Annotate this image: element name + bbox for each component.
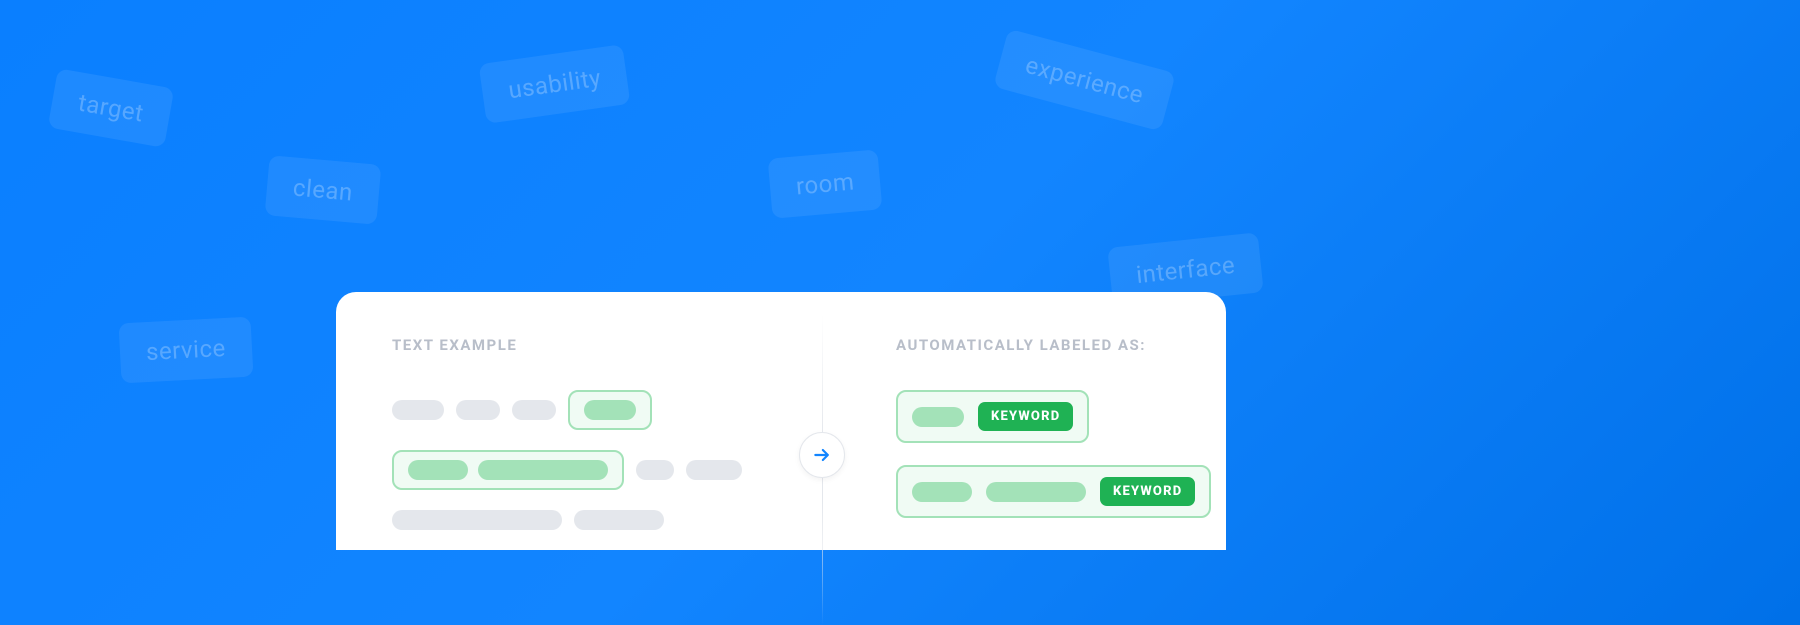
illustration-card: TEXT EXAMPLE AUTOMATICALLY LABELED AS bbox=[336, 292, 1226, 550]
text-token bbox=[512, 400, 556, 420]
keyword-badge: KEYWORD bbox=[978, 402, 1073, 431]
background-tag: clean bbox=[265, 155, 382, 225]
background-tag: service bbox=[119, 317, 254, 384]
labeled-keyword-2: KEYWORD bbox=[896, 465, 1211, 518]
text-example-column: TEXT EXAMPLE bbox=[392, 336, 832, 550]
background-tag: usability bbox=[479, 44, 631, 124]
keyword-token bbox=[912, 482, 972, 502]
text-token bbox=[686, 460, 742, 480]
keyword-token bbox=[986, 482, 1086, 502]
keyword-token bbox=[478, 460, 608, 480]
text-token bbox=[574, 510, 664, 530]
keyword-token bbox=[584, 400, 636, 420]
labeled-column: AUTOMATICALLY LABELED AS: KEYWORD KEYWOR… bbox=[832, 336, 1211, 550]
keyword-badge: KEYWORD bbox=[1100, 477, 1195, 506]
background-tag: target bbox=[48, 68, 175, 148]
right-column-title: AUTOMATICALLY LABELED AS: bbox=[896, 336, 1211, 354]
highlighted-keyword bbox=[568, 390, 652, 430]
text-token bbox=[392, 400, 444, 420]
text-row-2 bbox=[392, 450, 832, 490]
text-row-1 bbox=[392, 390, 832, 430]
text-token bbox=[636, 460, 674, 480]
background-tag: experience bbox=[993, 29, 1176, 132]
background-tag: room bbox=[768, 149, 883, 218]
left-column-title: TEXT EXAMPLE bbox=[392, 336, 832, 354]
keyword-token bbox=[408, 460, 468, 480]
keyword-token bbox=[912, 407, 964, 427]
highlighted-keyword-phrase bbox=[392, 450, 624, 490]
arrow-right-icon bbox=[799, 432, 845, 478]
text-row-3 bbox=[392, 510, 832, 530]
labeled-keyword-1: KEYWORD bbox=[896, 390, 1089, 443]
text-token bbox=[392, 510, 562, 530]
text-token bbox=[456, 400, 500, 420]
